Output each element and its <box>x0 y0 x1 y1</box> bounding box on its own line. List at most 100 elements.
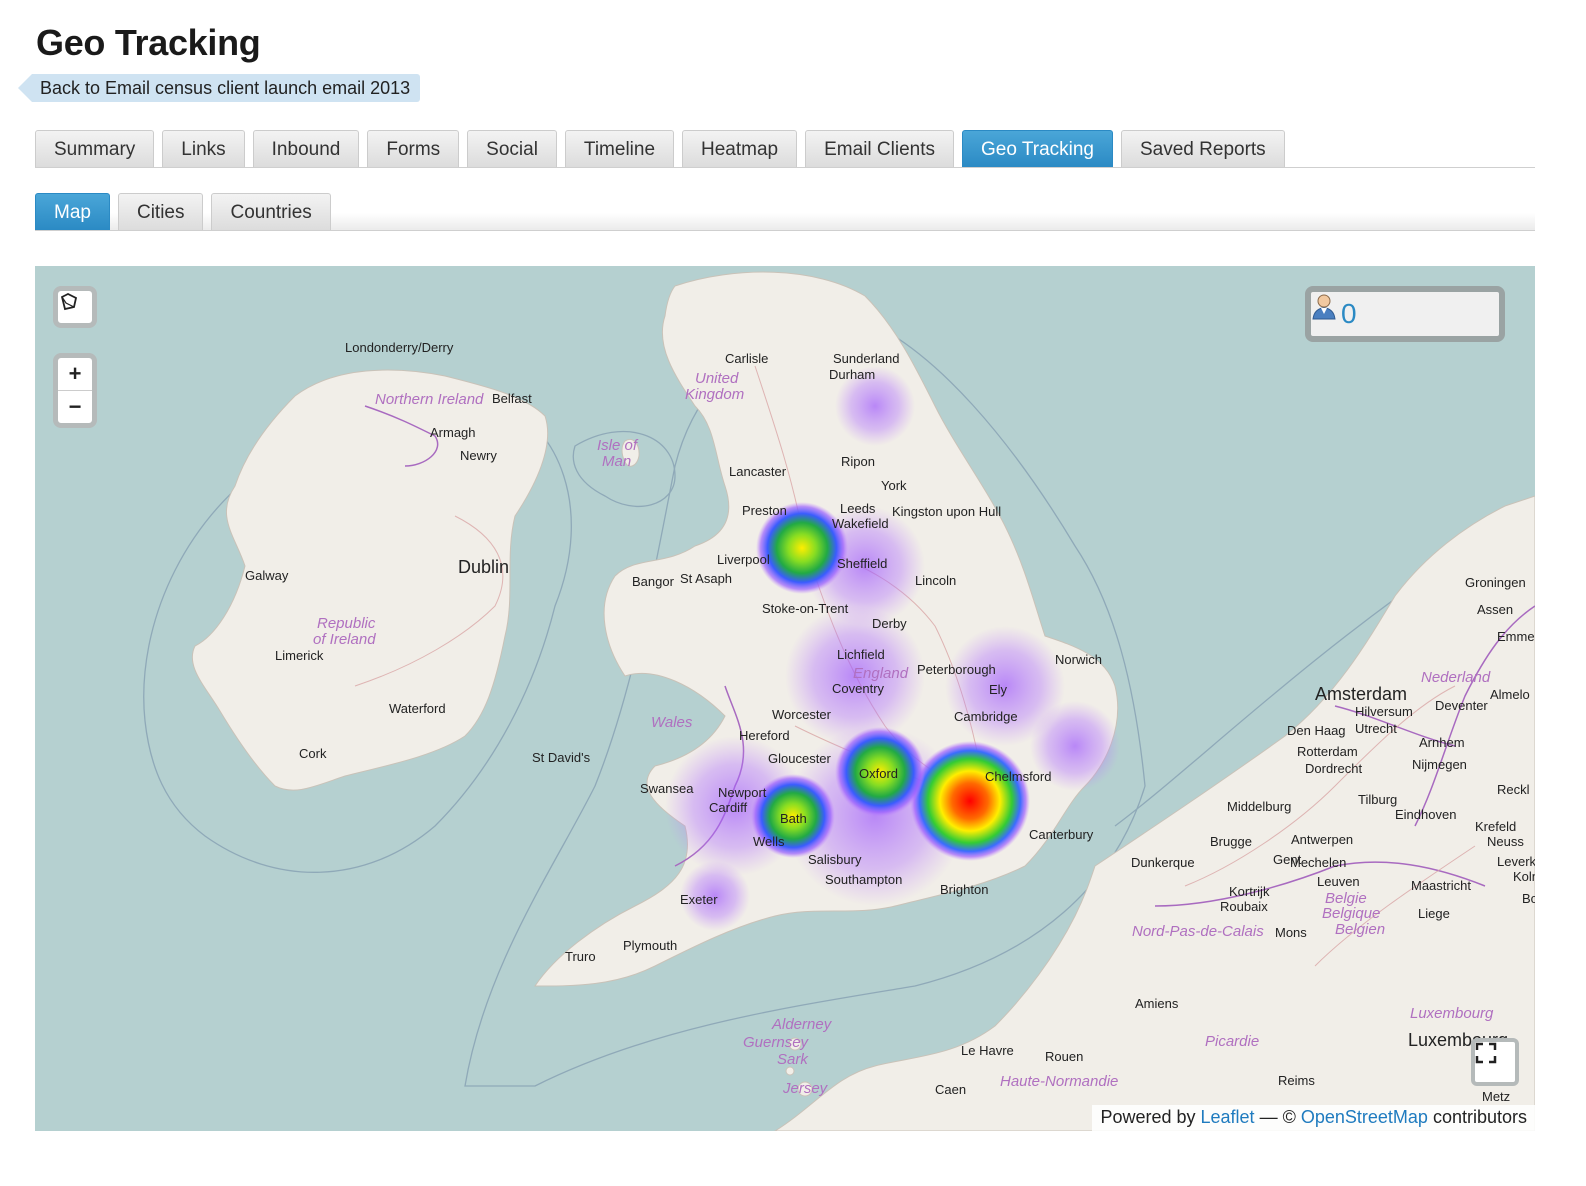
map-place-label: Wales <box>651 714 693 731</box>
zoom-in-button[interactable]: + <box>58 358 92 390</box>
map-place-label: Belgien <box>1335 921 1385 938</box>
map-place-label: Leverk <box>1497 854 1535 869</box>
map-place-label: Brighton <box>940 882 988 897</box>
tab-links[interactable]: Links <box>162 130 245 167</box>
map-place-label: Truro <box>565 949 596 964</box>
tab-geo-tracking[interactable]: Geo Tracking <box>962 130 1113 167</box>
map-place-label: Canterbury <box>1029 827 1094 842</box>
tab-timeline[interactable]: Timeline <box>564 130 675 167</box>
map-place-label: Man <box>602 453 631 470</box>
map-place-label: Lichfield <box>837 647 885 662</box>
map-place-label: Krefeld <box>1475 819 1516 834</box>
map-place-label: Antwerpen <box>1291 832 1353 847</box>
map-place-label: Reims <box>1278 1073 1315 1088</box>
openstreetmap-link[interactable]: OpenStreetMap <box>1301 1107 1428 1127</box>
map-place-label: Bonn <box>1522 891 1535 906</box>
map-place-label: Leeds <box>840 501 876 516</box>
map-place-label: Wells <box>753 834 785 849</box>
map-place-label: Dublin <box>458 557 509 577</box>
attribution-suffix: contributors <box>1432 1107 1527 1127</box>
map-place-label: Kingdom <box>685 386 744 403</box>
map-place-label: Guernsey <box>743 1034 810 1051</box>
map-place-label: Utrecht <box>1355 721 1397 736</box>
map-place-label: York <box>881 478 907 493</box>
back-link-label[interactable]: Back to Email census client launch email… <box>32 74 421 102</box>
map-place-label: Dordrecht <box>1305 761 1362 776</box>
map-place-label: Ely <box>989 682 1008 697</box>
map-place-label: Picardie <box>1205 1033 1259 1050</box>
map-place-label: Belfast <box>492 391 532 406</box>
map-place-label: Cardiff <box>709 800 747 815</box>
tab-inbound[interactable]: Inbound <box>252 130 360 167</box>
map-place-label: Hilversum <box>1355 704 1413 719</box>
map-place-label: Limerick <box>275 648 324 663</box>
map-place-label: Emmen <box>1497 629 1535 644</box>
map-place-label: Bath <box>780 811 807 826</box>
tab-summary[interactable]: Summary <box>35 130 155 167</box>
map-place-label: Middelburg <box>1227 799 1291 814</box>
map-place-label: Caen <box>935 1082 966 1097</box>
subtab-countries[interactable]: Countries <box>211 193 331 230</box>
map-place-label: Maastricht <box>1411 878 1471 893</box>
map-place-label: Lancaster <box>729 464 787 479</box>
map-place-label: Jersey <box>782 1080 829 1097</box>
map-place-label: Gloucester <box>768 751 832 766</box>
plus-icon: + <box>68 361 82 386</box>
map-place-label: Norwich <box>1055 652 1102 667</box>
map-place-label: Tilburg <box>1358 792 1397 807</box>
map-place-label: England <box>853 665 909 682</box>
map-place-label: Southampton <box>825 872 902 887</box>
subtab-cities[interactable]: Cities <box>117 193 204 230</box>
attribution-prefix: Powered by <box>1100 1107 1196 1127</box>
map-place-label: Republic <box>317 615 376 632</box>
minus-icon: − <box>68 394 82 419</box>
map-place-label: Den Haag <box>1287 723 1346 738</box>
map-place-label: Cambridge <box>954 709 1018 724</box>
map-place-label: Salisbury <box>808 852 862 867</box>
map-place-label: Wakefield <box>832 516 889 531</box>
tab-saved-reports[interactable]: Saved Reports <box>1121 130 1285 167</box>
map-tiles: Londonderry/Derry Northern Ireland Belfa… <box>35 266 1535 1131</box>
map-place-label: Amiens <box>1135 996 1179 1011</box>
subtab-map[interactable]: Map <box>35 193 110 230</box>
geo-map[interactable]: Londonderry/Derry Northern Ireland Belfa… <box>35 266 1535 1131</box>
map-place-label: Carlisle <box>725 351 768 366</box>
map-place-label: Derby <box>872 616 907 631</box>
back-link[interactable]: Back to Email census client launch email… <box>18 74 421 102</box>
map-place-label: Durham <box>829 367 875 382</box>
leaflet-link[interactable]: Leaflet <box>1201 1107 1255 1127</box>
map-place-label: Haute-Normandie <box>1000 1073 1118 1090</box>
tab-forms[interactable]: Forms <box>367 130 460 167</box>
map-place-label: Groningen <box>1465 575 1526 590</box>
map-place-label: Peterborough <box>917 662 996 677</box>
map-place-label: Isle of <box>597 437 639 454</box>
map-place-label: Metz <box>1482 1089 1510 1104</box>
map-place-label: Liege <box>1418 906 1450 921</box>
map-place-label: Nord-Pas-de-Calais <box>1132 923 1264 940</box>
map-place-label: Neuss <box>1487 834 1524 849</box>
fullscreen-button[interactable] <box>1471 1038 1519 1086</box>
selected-count-box: 0 <box>1305 286 1505 342</box>
map-place-label: Newry <box>460 448 497 463</box>
map-place-label: Eindhoven <box>1395 807 1456 822</box>
map-place-label: Cork <box>299 746 327 761</box>
map-place-label: Le Havre <box>961 1043 1014 1058</box>
map-place-label: Ripon <box>841 454 875 469</box>
tab-heatmap[interactable]: Heatmap <box>682 130 798 167</box>
map-place-label: Waterford <box>389 701 446 716</box>
lasso-select-icon[interactable] <box>58 291 92 323</box>
zoom-control: + − <box>53 353 97 428</box>
map-place-label: Reckl <box>1497 782 1530 797</box>
tab-email-clients[interactable]: Email Clients <box>805 130 954 167</box>
map-place-label: Deventer <box>1435 698 1488 713</box>
map-place-label: Arnhem <box>1419 735 1465 750</box>
map-attribution: Powered by Leaflet — © OpenStreetMap con… <box>1092 1105 1535 1131</box>
map-place-label: St David's <box>532 750 591 765</box>
tab-social[interactable]: Social <box>467 130 557 167</box>
map-place-label: Lincoln <box>915 573 956 588</box>
map-place-label: Kortrijk <box>1229 884 1270 899</box>
map-place-label: Mons <box>1275 925 1307 940</box>
zoom-out-button[interactable]: − <box>58 390 92 423</box>
map-place-label: Sunderland <box>833 351 900 366</box>
map-place-label: Rouen <box>1045 1049 1083 1064</box>
